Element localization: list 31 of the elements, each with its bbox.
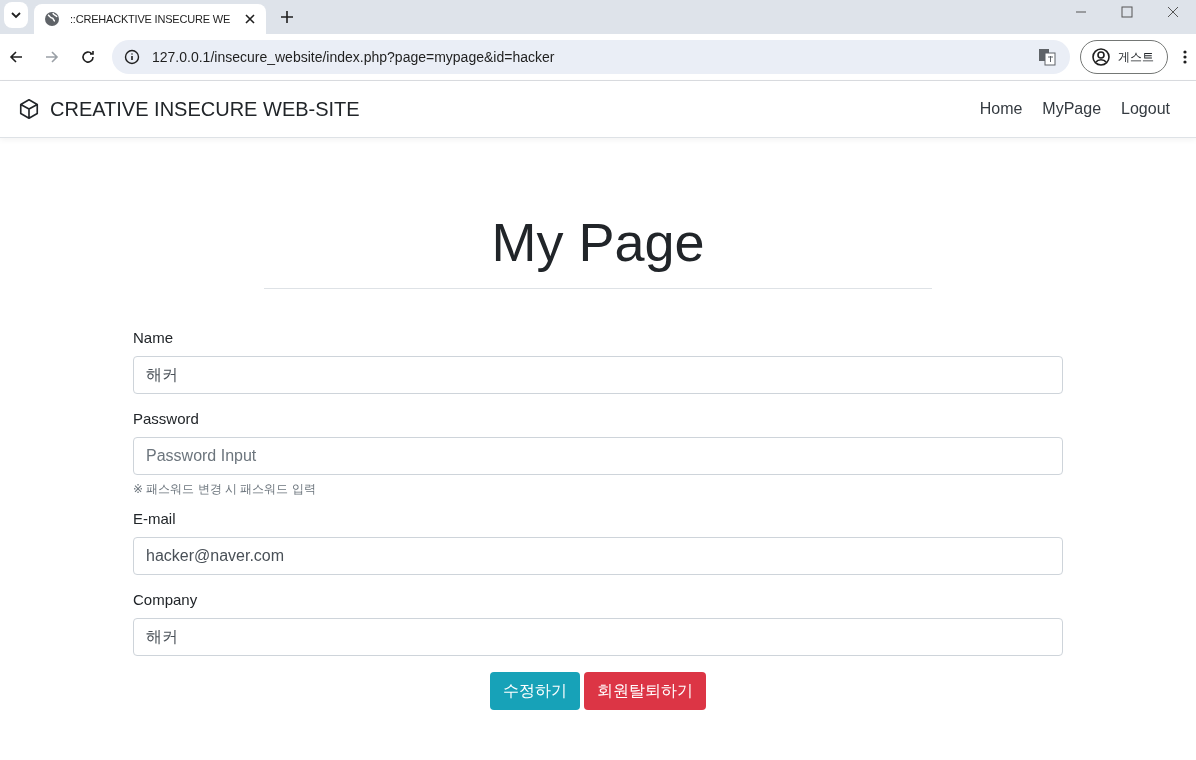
help-text: ※ 패스워드 변경 시 패스워드 입력 xyxy=(133,481,317,498)
reload-icon[interactable] xyxy=(80,49,96,65)
field-label: Password xyxy=(133,410,200,427)
info-icon[interactable] xyxy=(124,49,140,65)
chevron-down-icon xyxy=(10,9,22,21)
back-icon[interactable] xyxy=(8,49,24,65)
person-icon xyxy=(1092,48,1110,66)
input-field[interactable]: Password Input xyxy=(133,437,1063,475)
new-tab-icon[interactable] xyxy=(280,10,294,24)
address-bar[interactable]: 127.0.0.1/insecure_website/index.php?page=mypage&id=hacker xyxy=(112,40,1070,74)
field-label: E-mail xyxy=(133,510,177,527)
tab-search-button[interactable] xyxy=(4,2,28,28)
page-heading: My Page xyxy=(490,211,706,274)
tab-title: ::CREHACKTIVE INSECURE WE xyxy=(70,13,232,25)
field-label: Name xyxy=(133,329,174,346)
input-field[interactable]: hacker@naver.com xyxy=(133,537,1063,575)
input-field[interactable]: 해커 xyxy=(133,618,1063,656)
input-field[interactable]: 해커 xyxy=(133,356,1063,394)
maximize-icon[interactable] xyxy=(1121,5,1133,18)
cube-icon xyxy=(18,98,40,120)
withdraw-button[interactable]: 회원탈퇴하기 xyxy=(584,672,706,710)
field-label: Company xyxy=(133,591,199,608)
forward-icon[interactable] xyxy=(44,49,60,65)
translate-icon[interactable] xyxy=(1038,48,1056,66)
nav-link[interactable]: Logout xyxy=(1111,92,1180,126)
more-icon[interactable] xyxy=(1182,49,1188,65)
nav-link[interactable]: MyPage xyxy=(1032,92,1112,126)
site-brand[interactable]: CREATIVE INSECURE WEB-SITE xyxy=(50,97,360,121)
browser-tab[interactable]: ::CREHACKTIVE INSECURE WE xyxy=(34,4,266,34)
nav-link[interactable]: Home xyxy=(969,92,1033,126)
close-icon[interactable] xyxy=(244,13,256,25)
